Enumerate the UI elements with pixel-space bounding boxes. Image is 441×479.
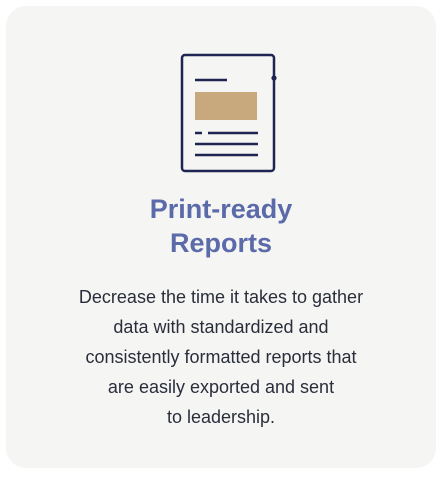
card-title: Print-ready Reports	[6, 192, 436, 260]
card-description-line-1: Decrease the time it takes to gather	[78, 287, 364, 307]
feature-card: Print-ready Reports Decrease the time it…	[6, 6, 436, 468]
document-report-icon	[179, 52, 283, 178]
card-title-line-1: Print-ready	[149, 194, 293, 224]
card-description: Decrease the time it takes to gather dat…	[36, 282, 406, 432]
card-description-line-5: to leadership.	[166, 407, 276, 427]
card-description-line-2: data with standardized and	[113, 317, 329, 337]
card-title-line-2: Reports	[169, 228, 272, 258]
card-description-line-3: consistently formatted reports that	[85, 347, 357, 367]
card-description-line-4: are easily exported and sent	[107, 377, 335, 397]
